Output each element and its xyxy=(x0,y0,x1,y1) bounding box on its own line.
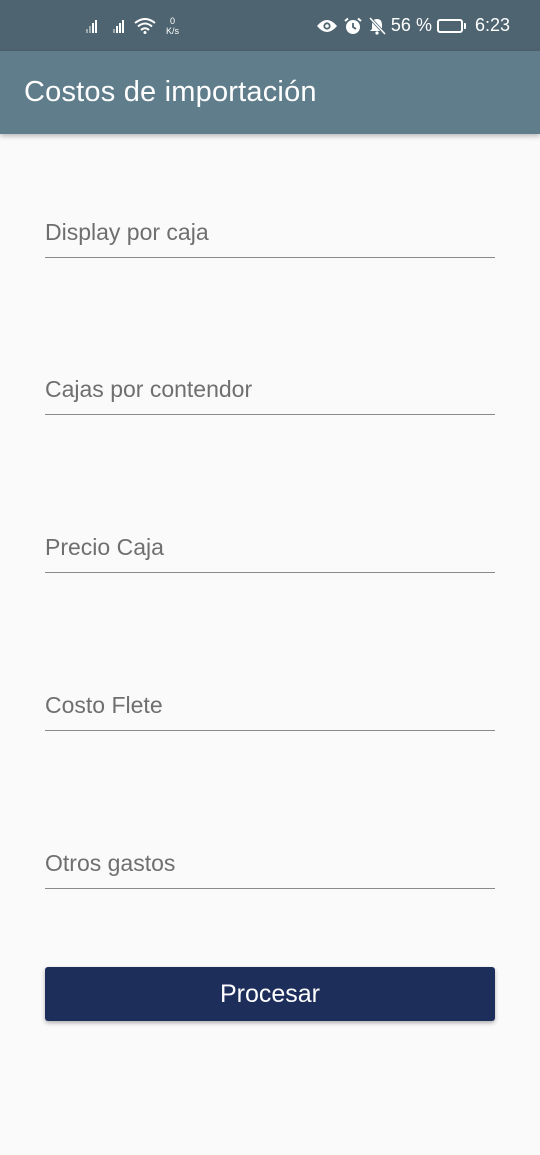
precio-caja-field xyxy=(45,511,495,573)
page-title: Costos de importación xyxy=(24,76,317,108)
battery-percent: 56 % xyxy=(390,15,432,35)
status-right: 56 % 6:23 xyxy=(316,0,510,51)
signal-icon xyxy=(113,19,124,33)
net-speed-unit: K/s xyxy=(166,25,180,36)
costo-flete-field xyxy=(45,669,495,731)
procesar-button[interactable]: Procesar xyxy=(45,967,495,1021)
signal-icon xyxy=(86,19,97,33)
otros-gastos-field xyxy=(45,827,495,889)
eye-icon xyxy=(316,19,338,33)
status-bar: 0 K/s 56 % 6:23 xyxy=(0,0,540,51)
net-speed: 0 K/s xyxy=(166,16,179,36)
mute-icon xyxy=(368,16,386,35)
status-left: 0 K/s xyxy=(86,0,179,51)
cajas-por-contendor-field xyxy=(45,353,495,415)
app-bar: Costos de importación xyxy=(0,51,540,134)
battery-icon xyxy=(436,18,466,33)
display-por-caja-input[interactable] xyxy=(45,196,495,257)
wifi-icon xyxy=(134,17,156,34)
cajas-por-contendor-input[interactable] xyxy=(45,353,495,414)
display-por-caja-field xyxy=(45,196,495,258)
otros-gastos-input[interactable] xyxy=(45,827,495,888)
precio-caja-input[interactable] xyxy=(45,511,495,572)
costo-flete-input[interactable] xyxy=(45,669,495,730)
net-speed-value: 0 xyxy=(170,15,176,26)
clock: 6:23 xyxy=(474,15,510,35)
alarm-icon xyxy=(343,17,363,35)
